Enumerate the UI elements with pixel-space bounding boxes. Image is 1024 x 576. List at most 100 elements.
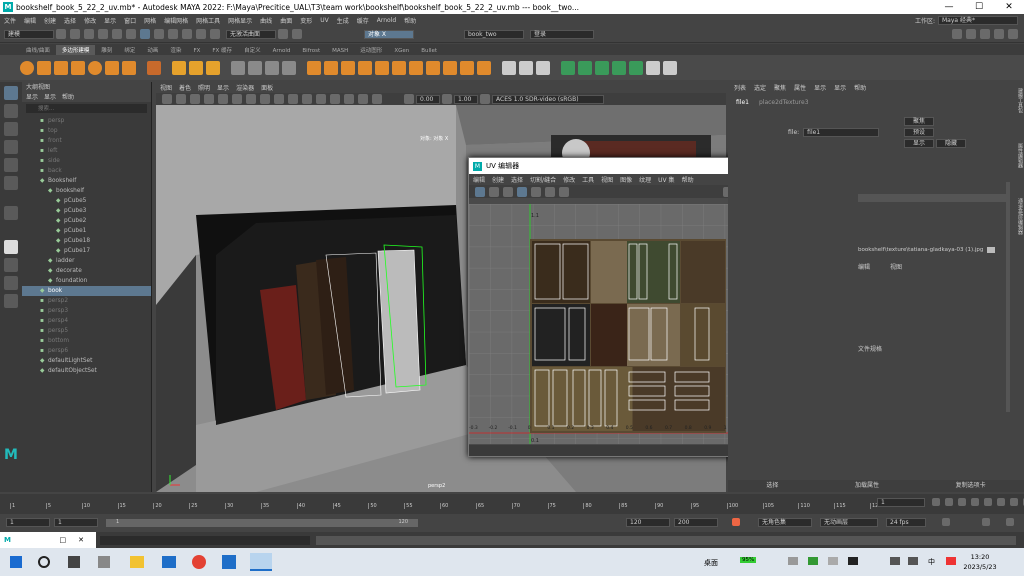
- end-time-field[interactable]: 200: [674, 518, 718, 527]
- viewport-menu-item[interactable]: 渲染器: [236, 83, 254, 92]
- outliner-item[interactable]: ◆ pCube17: [22, 246, 151, 256]
- chrome-icon[interactable]: [192, 555, 206, 569]
- ao-icon[interactable]: [302, 94, 312, 104]
- xray-icon[interactable]: [274, 94, 284, 104]
- login-dropdown[interactable]: 登录: [530, 29, 594, 39]
- outliner-item[interactable]: ◆ foundation: [22, 276, 151, 286]
- outliner-item[interactable]: ◆ pCube3: [22, 206, 151, 216]
- battery-indicator[interactable]: 95%: [740, 557, 757, 563]
- exposure-icon[interactable]: [404, 94, 414, 104]
- attr-menu-item[interactable]: 聚焦: [774, 83, 786, 92]
- menu-deform[interactable]: 变形: [300, 16, 312, 25]
- mirror-icon[interactable]: [307, 60, 321, 75]
- lasso-tool-icon[interactable]: [4, 104, 18, 118]
- separate-icon[interactable]: [248, 60, 262, 75]
- loop-icon[interactable]: [942, 518, 950, 526]
- camera-icon[interactable]: [162, 94, 172, 104]
- uv-menu-item[interactable]: 创建: [492, 175, 504, 184]
- tray-icon[interactable]: [828, 557, 838, 565]
- uv-auto-icon[interactable]: [612, 60, 626, 75]
- attr-tab-place2d[interactable]: place2dTexture3: [759, 99, 809, 106]
- attr-section-header[interactable]: [858, 194, 1008, 202]
- super-shape-icon[interactable]: [147, 60, 161, 75]
- wireframe-icon[interactable]: [176, 94, 186, 104]
- step-back-icon[interactable]: [958, 498, 966, 506]
- new-scene-icon[interactable]: [56, 29, 66, 39]
- textured-icon[interactable]: [204, 94, 214, 104]
- lights-icon[interactable]: [218, 94, 228, 104]
- uv-menu-item[interactable]: 修改: [563, 175, 575, 184]
- texture-path-field[interactable]: bookshelf\texture\tatiana-gladkaya-03 (1…: [858, 247, 983, 253]
- file-explorer-icon[interactable]: [130, 556, 144, 568]
- mail-icon[interactable]: [162, 556, 176, 568]
- focus-button[interactable]: 聚焦: [904, 117, 934, 126]
- rotate-tool-icon[interactable]: [4, 158, 18, 172]
- open-scene-icon[interactable]: [70, 29, 80, 39]
- aa-icon[interactable]: [288, 94, 298, 104]
- start-time-field[interactable]: 1: [6, 518, 50, 527]
- select-hierarchy-icon[interactable]: [126, 29, 136, 39]
- outliner-item[interactable]: ◆ pCube1: [22, 226, 151, 236]
- shelf-tab[interactable]: Arnold: [267, 47, 297, 55]
- snap-point-icon[interactable]: [196, 29, 206, 39]
- edge-loop-icon[interactable]: [477, 60, 491, 75]
- checker-icon[interactable]: [646, 60, 660, 75]
- shelf-tab[interactable]: 多边形建模: [55, 45, 96, 55]
- maximize-button[interactable]: ☐: [964, 2, 994, 12]
- color-management-icon[interactable]: [480, 94, 490, 104]
- windows-start-icon[interactable]: [10, 556, 22, 568]
- edit-button[interactable]: 编辑: [858, 262, 870, 271]
- uv-editor-icon[interactable]: [629, 60, 643, 75]
- outliner-item[interactable]: ▪ side: [22, 156, 151, 166]
- attr-menu-item[interactable]: 列表: [734, 83, 746, 92]
- quad-draw-icon[interactable]: [460, 60, 474, 75]
- attr-menu-item[interactable]: 显示: [834, 83, 846, 92]
- minimized-window-controls[interactable]: □✕: [60, 536, 96, 544]
- field-chart-icon[interactable]: [358, 94, 368, 104]
- maya-taskbar-icon[interactable]: [250, 553, 272, 571]
- uv-menu-item[interactable]: 纹理: [639, 175, 651, 184]
- paint-select-tool-icon[interactable]: [4, 122, 18, 136]
- channel-box-icon[interactable]: [1008, 29, 1018, 39]
- menu-mesh-display[interactable]: 网格显示: [228, 16, 252, 25]
- attr-menu-item[interactable]: 显示: [814, 83, 826, 92]
- delete-history-icon[interactable]: [663, 60, 677, 75]
- poly-cube-icon[interactable]: [37, 60, 51, 75]
- widgets-icon[interactable]: [98, 556, 110, 568]
- show-button[interactable]: 显示: [904, 139, 934, 148]
- viewport-menu-item[interactable]: 面板: [261, 83, 273, 92]
- outliner-item[interactable]: ◆ pCube18: [22, 236, 151, 246]
- shadows-icon[interactable]: [232, 94, 242, 104]
- play-forward-icon[interactable]: [984, 498, 992, 506]
- network-icon[interactable]: [890, 557, 900, 565]
- outliner-item[interactable]: ◆ defaultObjectSet: [22, 366, 151, 376]
- shelf-tab[interactable]: Bullet: [415, 47, 443, 55]
- side-tab-modeling-toolkit[interactable]: 建模工具包: [1014, 88, 1024, 113]
- dof-icon[interactable]: [316, 94, 326, 104]
- playback-end-field[interactable]: 120: [626, 518, 670, 527]
- presets-button[interactable]: 预设: [904, 128, 934, 137]
- menu-display[interactable]: 显示: [104, 16, 116, 25]
- ime-indicator[interactable]: 中: [928, 557, 935, 567]
- shelf-tab[interactable]: 动画: [141, 45, 164, 55]
- shelf-tab[interactable]: Bifrost: [296, 47, 326, 55]
- side-tab-attribute-editor[interactable]: 属性编辑器: [1014, 143, 1024, 168]
- attribute-editor-icon[interactable]: [980, 29, 990, 39]
- range-slider[interactable]: 1 120: [106, 519, 418, 527]
- layout-icon[interactable]: [952, 29, 962, 39]
- poly-plane-icon[interactable]: [105, 60, 119, 75]
- extrude-icon[interactable]: [324, 60, 338, 75]
- ipr-icon[interactable]: [292, 29, 302, 39]
- outliner-item[interactable]: ▪ persp5: [22, 326, 151, 336]
- snap-curve-icon[interactable]: [182, 29, 192, 39]
- menu-file[interactable]: 文件: [4, 16, 16, 25]
- poly-cylinder-icon[interactable]: [54, 60, 68, 75]
- outliner-item[interactable]: ◆ defaultLightSet: [22, 356, 151, 366]
- outliner-item[interactable]: ◆ pCube5: [22, 196, 151, 206]
- close-button[interactable]: ✕: [994, 2, 1024, 12]
- outliner-menu-item[interactable]: 显示: [26, 92, 38, 102]
- menu-help[interactable]: 帮助: [404, 16, 416, 25]
- uv-menu-item[interactable]: 编辑: [473, 175, 485, 184]
- snap-grid-icon[interactable]: [168, 29, 178, 39]
- attr-menu-item[interactable]: 选定: [754, 83, 766, 92]
